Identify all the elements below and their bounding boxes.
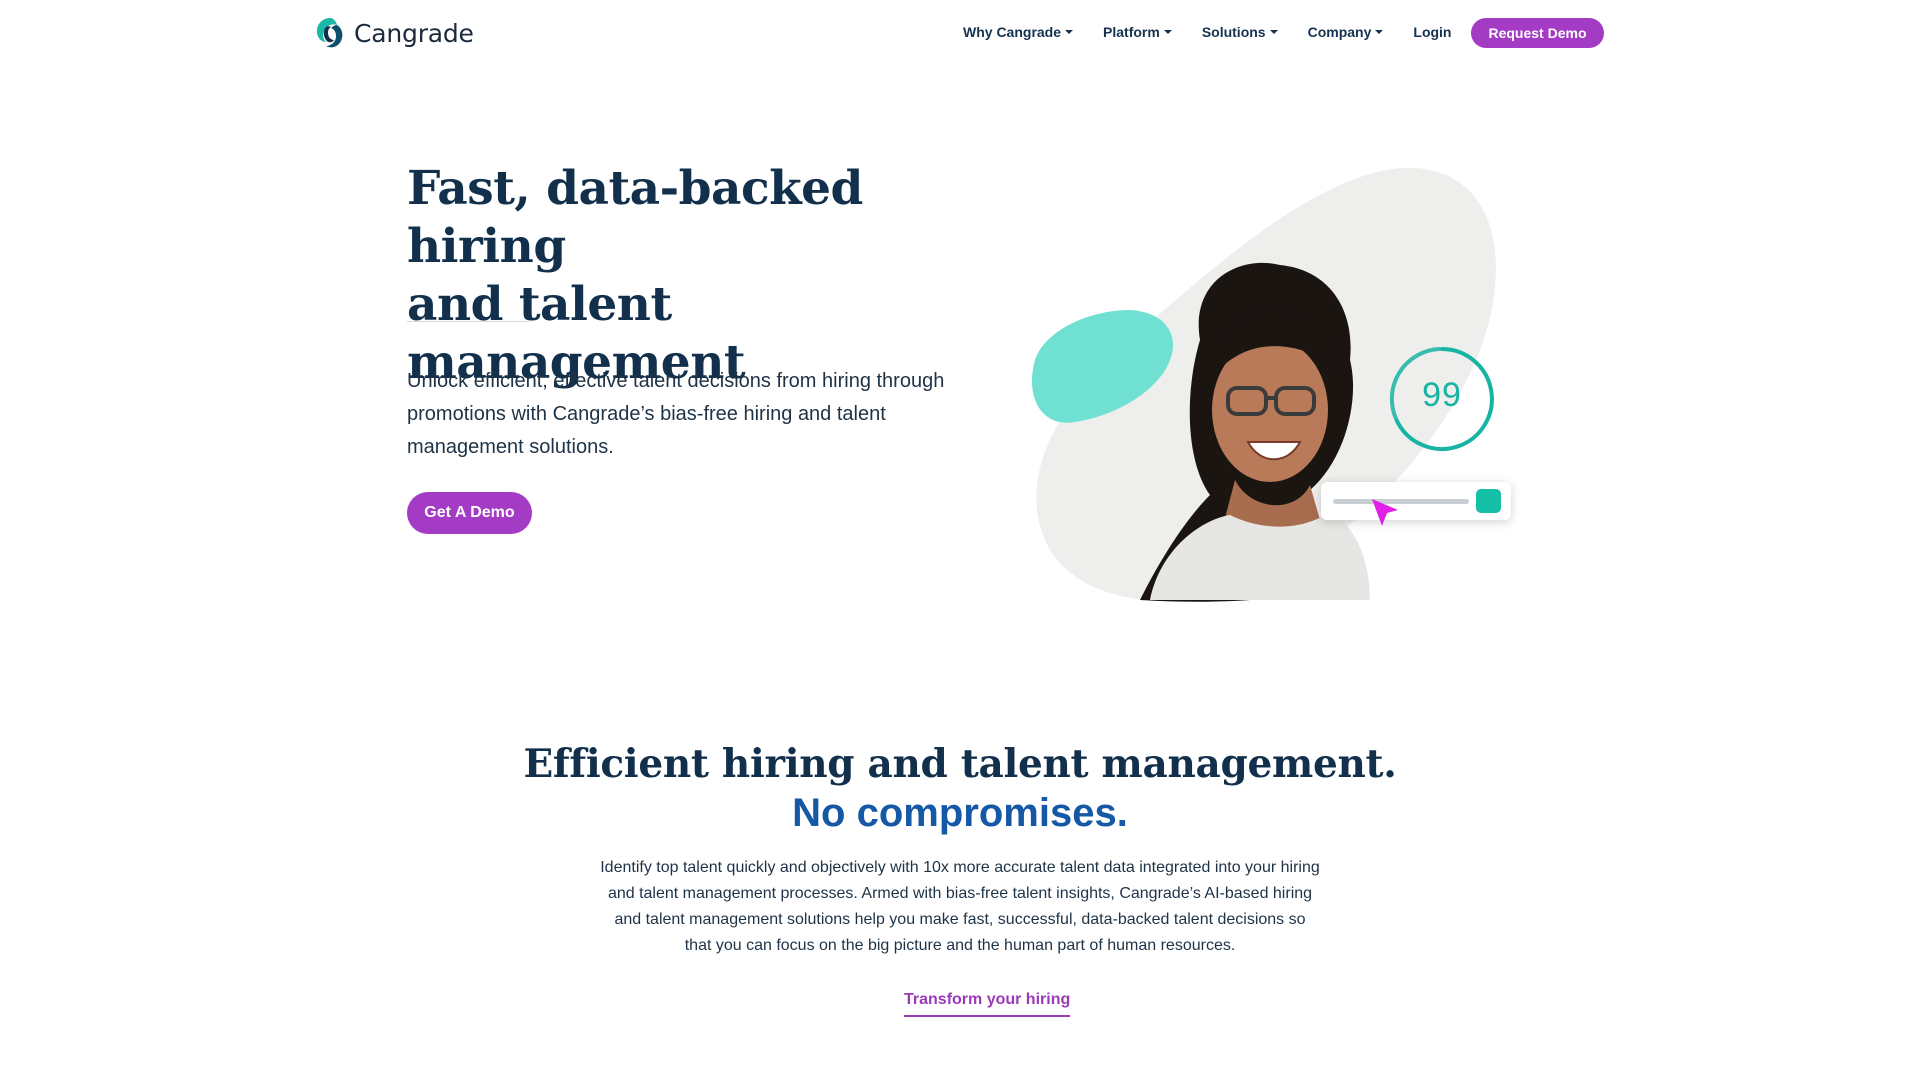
- logo-text: Cangrade: [354, 18, 474, 48]
- hero-title-line-1: Fast, data-backed hiring: [407, 161, 863, 274]
- nav-solutions-label: Solutions: [1201, 24, 1266, 40]
- slider-card: [1321, 482, 1511, 520]
- score-value: 99: [1422, 376, 1462, 414]
- pointer-cursor-icon: [1372, 499, 1398, 526]
- nav-company[interactable]: Company: [1308, 24, 1384, 40]
- get-a-demo-button[interactable]: Get A Demo: [407, 492, 532, 534]
- logo[interactable]: Cangrade: [313, 15, 474, 51]
- main-nav: Why Cangrade Platform Solutions Company …: [963, 20, 1452, 44]
- login-link[interactable]: Login: [1413, 24, 1451, 40]
- nav-why-cangrade-label: Why Cangrade: [963, 24, 1062, 40]
- request-demo-button[interactable]: Request Demo: [1471, 18, 1604, 48]
- site-header: Cangrade Why Cangrade Platform Solutions…: [0, 0, 1920, 64]
- caret-down-icon: [1065, 30, 1074, 34]
- nav-company-label: Company: [1307, 24, 1372, 40]
- section-subtitle: No compromises.: [792, 791, 1128, 835]
- caret-down-icon: [1375, 30, 1384, 34]
- hero-title: Fast, data-backed hiring and talent mana…: [407, 160, 1007, 392]
- transform-hiring-link[interactable]: Transform your hiring: [904, 991, 1071, 1017]
- section-description: Identify top talent quickly and objectiv…: [600, 859, 1320, 954]
- caret-down-icon: [1163, 30, 1172, 34]
- section-title: Efficient hiring and talent management.: [523, 741, 1397, 787]
- nav-solutions[interactable]: Solutions: [1202, 24, 1278, 40]
- slider-track: [1333, 499, 1469, 504]
- slider-knob: [1476, 489, 1501, 513]
- caret-down-icon: [1269, 30, 1278, 34]
- score-ring: 99: [1389, 346, 1495, 452]
- hero-divider: [407, 321, 529, 322]
- nav-why-cangrade[interactable]: Why Cangrade: [963, 24, 1074, 40]
- nav-platform-label: Platform: [1103, 24, 1160, 40]
- hero-description: Unlock efficient, effective talent decis…: [407, 370, 945, 458]
- cangrade-logo-icon: [316, 18, 343, 48]
- nav-platform[interactable]: Platform: [1103, 24, 1172, 40]
